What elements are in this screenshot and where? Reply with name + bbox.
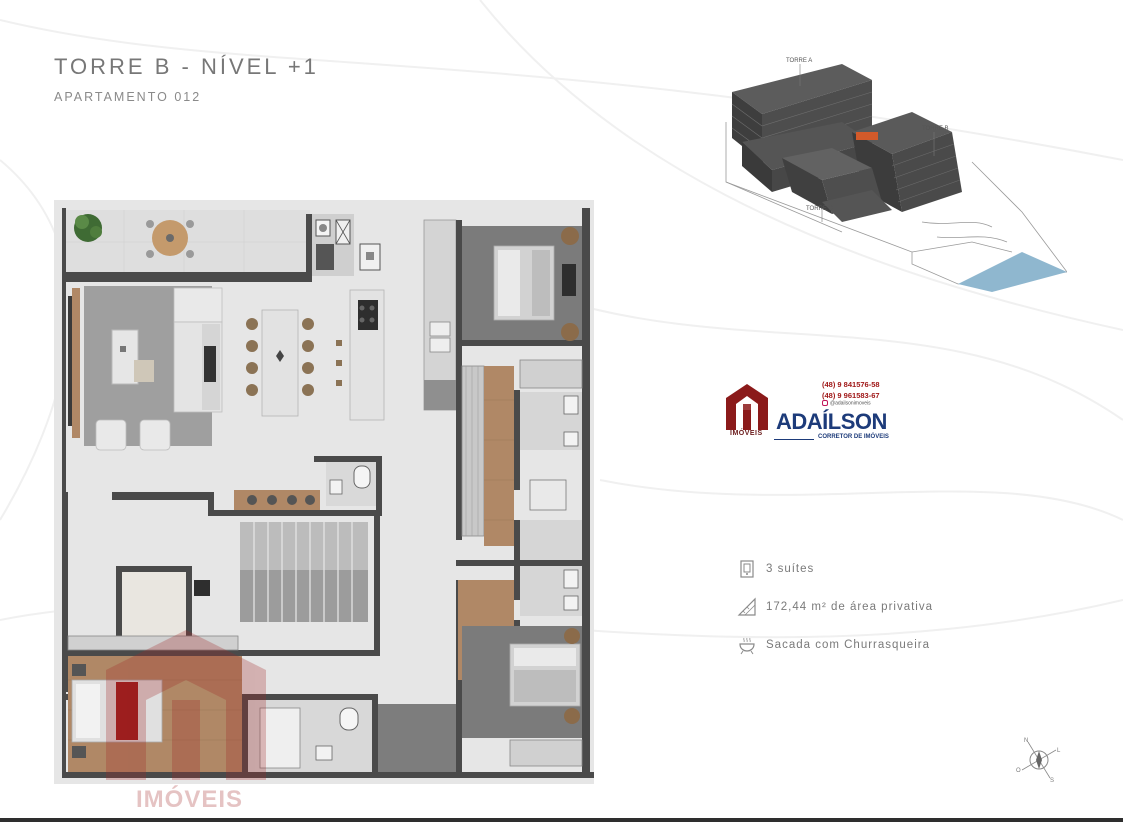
instagram-handle: @adailsonimoveis	[822, 400, 871, 406]
floor-plan	[54, 200, 594, 784]
compass-o: O	[1016, 768, 1021, 774]
brand-tagline: CORRETOR DE IMÓVEIS	[818, 434, 889, 440]
compass-l: L	[1057, 748, 1061, 754]
plant-icon	[74, 214, 102, 242]
outdoor-table	[146, 220, 194, 258]
water	[958, 252, 1067, 292]
feature-area-text: 172,44 m² de área privativa	[766, 601, 933, 613]
label-torre-c: TORRE C	[806, 206, 834, 212]
phone-2: (48) 9 961583-67	[822, 391, 880, 400]
building-diagram: TORRE A TORRE B TORRE C	[725, 58, 1067, 292]
compass-icon: N S L O	[1016, 738, 1061, 784]
page-subtitle: APARTAMENTO 012	[54, 90, 202, 104]
house-logo-icon	[726, 384, 768, 430]
brand-name: ADAÍLSON	[776, 409, 887, 434]
feature-area: 172,44 m² de área privativa	[737, 588, 997, 626]
label-torre-a: TORRE A	[786, 58, 812, 64]
label-torre-b: TORRE B	[922, 126, 949, 132]
feature-suites: 3 suítes	[737, 550, 997, 588]
bedroom-1	[462, 226, 582, 341]
page-title: TORRE B - NÍVEL +1	[54, 54, 319, 79]
area-ruler-icon	[737, 597, 756, 616]
feature-balcony: Sacada com Churrasqueira	[737, 626, 997, 664]
stairs	[240, 522, 368, 622]
instagram-text: @adailsonimoveis	[830, 400, 871, 407]
logo-rule	[774, 439, 814, 440]
phone-1: (48) 9 841576-58	[822, 380, 880, 389]
agent-logo: IMÓVEIS (48) 9 841576-58 (48) 9 961583-6…	[724, 376, 889, 446]
barbecue-icon	[739, 637, 755, 655]
door-icon	[740, 560, 754, 578]
feature-balcony-text: Sacada com Churrasqueira	[766, 639, 930, 651]
compass-n: N	[1024, 738, 1028, 744]
feature-suites-text: 3 suítes	[766, 563, 815, 575]
features-list: 3 suítes 172,44 m² de área privativa Sac…	[737, 550, 997, 664]
compass-s: S	[1050, 778, 1054, 784]
logo-mark-label: IMÓVEIS	[730, 430, 763, 437]
bottom-border	[0, 818, 1123, 822]
sofa	[173, 287, 223, 413]
instagram-icon	[822, 400, 828, 406]
watermark-text: IMÓVEIS	[136, 786, 244, 813]
